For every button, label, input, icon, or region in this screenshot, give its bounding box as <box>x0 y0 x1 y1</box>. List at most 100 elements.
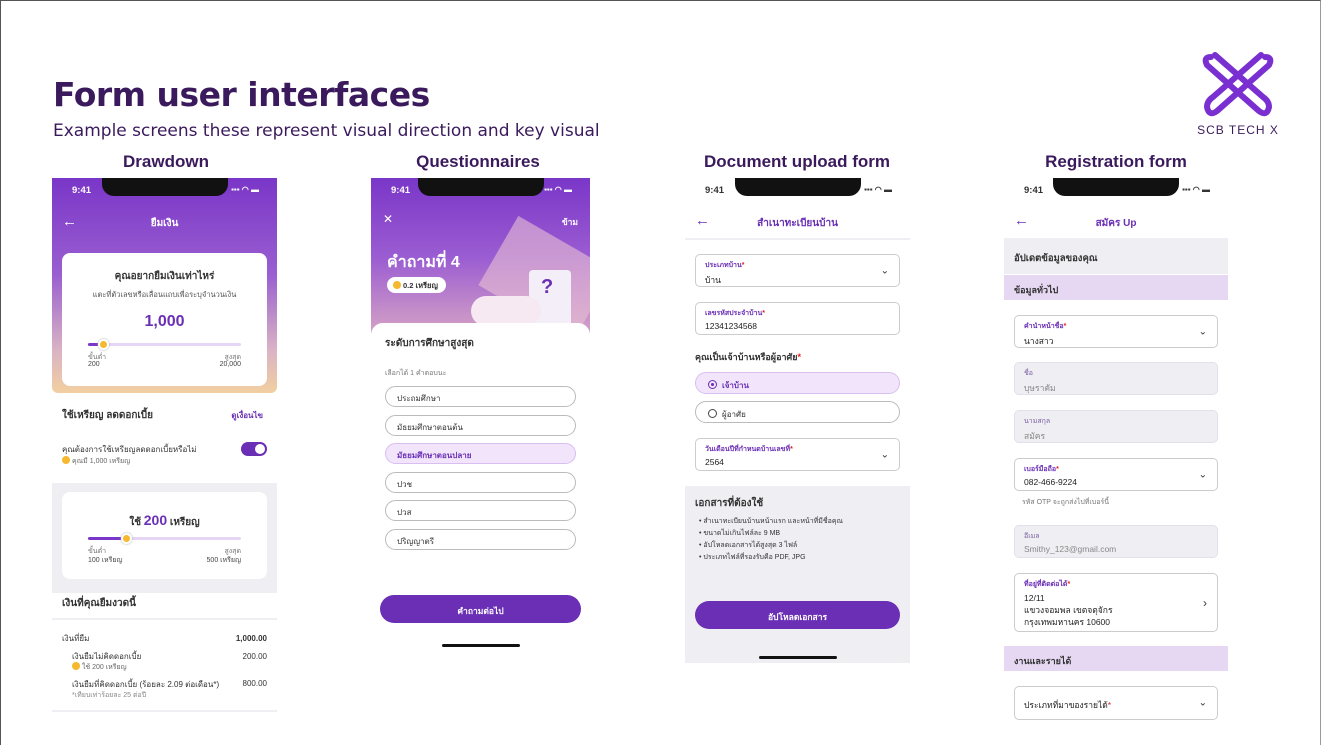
coin-toggle[interactable] <box>241 442 267 456</box>
amount-min-value: 200 <box>88 361 100 368</box>
status-icons: ▪▪▪ ◠ ▬ <box>1182 185 1210 194</box>
otp-hint: รหัส OTP จะถูกส่งไปที่เบอร์นี้ <box>1022 499 1109 506</box>
prefix-label: คำนำหน้าชื่อ <box>1024 323 1064 330</box>
upload-screen: 9:41 ▪▪▪ ◠ ▬ ← สำเนาทะเบียนบ้าน ประเภทบ้… <box>685 178 910 663</box>
coin-balance: คุณมี 1,000 เหรียญ <box>72 458 131 465</box>
close-icon[interactable]: ✕ <box>383 212 393 226</box>
update-title: อัปเดตข้อมูลของคุณ <box>1014 253 1098 264</box>
answer-option[interactable]: ประถมศึกษา <box>385 386 576 407</box>
owner-radio-owner[interactable]: เจ้าบ้าน <box>695 372 900 394</box>
owner-radio-resident[interactable]: ผู้อาศัย <box>695 401 900 423</box>
status-time: 9:41 <box>391 185 411 196</box>
general-section: ข้อมูลทั่วไป <box>1004 275 1228 300</box>
coin-question: คุณต้องการใช้เหรียญลดดอกเบี้ยหรือไม่ <box>62 445 197 454</box>
radio-unchecked-icon <box>708 409 717 418</box>
work-section: งานและรายได้ <box>1004 646 1228 671</box>
skip-button[interactable]: ข้าม <box>562 215 578 229</box>
answer-option[interactable]: ปริญญาตรี <box>385 528 576 550</box>
home-indicator <box>759 656 837 659</box>
coin-max-value: 500 เหรียญ <box>206 557 241 564</box>
answer-option[interactable]: ปวช <box>385 471 576 493</box>
amount-slider[interactable] <box>88 339 241 350</box>
last-name-field[interactable]: นามสกุล สมัคร <box>1014 410 1218 443</box>
col-title-upload: Document upload form <box>703 152 891 171</box>
docs-item: • อัปโหลดเอกสารได้สูงสุด 3 ไฟล์ <box>699 542 798 549</box>
income-source-row: ประเภทที่มาของรายได้* <box>1024 700 1112 710</box>
first-name-field[interactable]: ชื่อ บุษราคัม <box>1014 362 1218 395</box>
prefix-select[interactable]: คำนำหน้าชื่อ* นางสาว ⌄ <box>1014 315 1218 348</box>
prefix-label-row: คำนำหน้าชื่อ* <box>1024 323 1067 330</box>
upload-document-button[interactable]: อัปโหลดเอกสาร <box>695 601 900 629</box>
amount-slider-handle[interactable] <box>98 339 109 350</box>
house-date-label-row: วันเดือนปีที่กำหนดบ้านเลขที่* <box>705 446 793 453</box>
docs-item-text: ประเภทไฟล์ที่รองรับคือ PDF, JPG <box>703 554 806 561</box>
phone-value: 082-466-9224 <box>1024 477 1077 487</box>
summary-row-interest-value: 800.00 <box>242 679 267 688</box>
coin-slider-handle[interactable] <box>121 533 132 544</box>
drawdown-screen: 9:41 ▪▪▪ ◠ ▬ ← ยืมเงิน คุณอยากยืมเงินเท่… <box>52 178 277 718</box>
house-type-value: บ้าน <box>705 275 721 285</box>
logo-text: SCB TECH X <box>1197 123 1279 137</box>
first-name-label: ชื่อ <box>1024 370 1033 377</box>
status-bar: 9:41 ▪▪▪ ◠ ▬ <box>371 185 590 197</box>
registration-screen: 9:41 ▪▪▪ ◠ ▬ ← สมัคร Up อัปเดตข้อมูลของค… <box>1004 178 1228 745</box>
house-number-field[interactable]: เลขรหัสประจำบ้าน* 12341234568 <box>695 302 900 335</box>
owner-question: คุณเป็นเจ้าบ้านหรือผู้อาศัย* <box>695 352 802 362</box>
summary-title: เงินที่คุณยืมงวดนี้ <box>62 598 136 609</box>
chevron-down-icon: ⌄ <box>1198 326 1207 337</box>
first-name-value: บุษราคัม <box>1024 383 1056 393</box>
status-icons: ▪▪▪ ◠ ▬ <box>864 185 892 194</box>
docs-panel <box>685 486 910 663</box>
summary-row-free-sub-text: ใช้ 200 เหรียญ <box>82 664 127 671</box>
address-line: แขวงจอมพล เขตจตุจักร <box>1024 605 1113 615</box>
logo-mark-icon <box>1202 52 1274 117</box>
house-date-value: 2564 <box>705 457 724 467</box>
home-indicator <box>442 644 520 647</box>
answer-option[interactable]: มัธยมศึกษาตอนต้น <box>385 414 576 436</box>
email-field[interactable]: อีเมล Smithy_123@gmail.com <box>1014 525 1218 558</box>
owner-question-text: คุณเป็นเจ้าบ้านหรือผู้อาศัย <box>695 352 798 362</box>
docs-item-text: ขนาดไม่เกินไฟล์ละ 9 MB <box>703 530 781 537</box>
house-date-select[interactable]: วันเดือนปีที่กำหนดบ้านเลขที่* 2564 ⌄ <box>695 438 900 471</box>
amount-card-hint: แตะที่ตัวเลขหรือเลื่อนแถบเพื่อระบุจำนวนเ… <box>92 290 237 299</box>
email-value: Smithy_123@gmail.com <box>1024 544 1117 554</box>
owner-radio-resident-label: ผู้อาศัย <box>722 410 746 419</box>
header-divider <box>685 238 910 240</box>
amount-card: คุณอยากยืมเงินเท่าไหร่ แตะที่ตัวเลขหรือเ… <box>62 253 267 386</box>
summary-row-free-value: 200.00 <box>242 652 267 661</box>
status-bar: 9:41 ▪▪▪ ◠ ▬ <box>52 185 277 197</box>
docs-item: • สำเนาทะเบียนบ้านหน้าแรก และหน้าที่มีชื… <box>699 518 844 525</box>
status-time: 9:41 <box>72 185 92 196</box>
next-question-button[interactable]: คำถามต่อไป <box>380 595 581 623</box>
income-source-select[interactable]: ประเภทที่มาของรายได้* ⌄ <box>1014 686 1218 720</box>
last-name-value: สมัคร <box>1024 431 1046 441</box>
answer-option[interactable]: ปวส <box>385 500 576 521</box>
prefix-value: นางสาว <box>1024 336 1054 346</box>
coin-slider[interactable] <box>88 533 241 544</box>
phone-field[interactable]: เบอร์มือถือ* 082-466-9224 ⌄ <box>1014 458 1218 491</box>
slide: Form user interfaces Example screens the… <box>0 0 1321 745</box>
amount-value[interactable]: 1,000 <box>62 313 267 331</box>
summary-divider <box>52 618 277 620</box>
house-type-select[interactable]: ประเภทบ้าน* บ้าน ⌄ <box>695 254 900 287</box>
docs-item: • ขนาดไม่เกินไฟล์ละ 9 MB <box>699 530 781 537</box>
drawdown-header-title: ยืมเงิน <box>150 218 179 229</box>
coin-balance-row: คุณมี 1,000 เหรียญ <box>62 456 130 467</box>
coin-use-row: ใช้ 200 เหรียญ <box>62 512 267 530</box>
summary-bottom-divider <box>52 710 277 712</box>
reward-badge: 0.2 เหรียญ <box>387 277 446 293</box>
email-label: อีเมล <box>1024 533 1040 540</box>
questionnaire-screen: ? 9:41 ▪▪▪ ◠ ▬ ✕ ข้าม คำถามที่ 4 0.2 เหร… <box>371 178 590 658</box>
status-bar: 9:41 ▪▪▪ ◠ ▬ <box>1004 185 1228 197</box>
address-line: 12/11 <box>1024 593 1045 603</box>
chevron-down-icon: ⌄ <box>1198 697 1207 709</box>
status-icons: ▪▪▪ ◠ ▬ <box>231 185 259 194</box>
coin-use-amount[interactable]: 200 <box>144 512 167 528</box>
registration-header-title: สมัคร Up <box>1095 218 1137 229</box>
coin-terms-link[interactable]: ดูเงื่อนไข <box>231 409 263 422</box>
coin-section-title: ใช้เหรียญ ลดดอกเบี้ย <box>62 410 154 421</box>
address-field[interactable]: ที่อยู่ที่ติดต่อได้* 12/11 แขวงจอมพล เขต… <box>1014 573 1218 632</box>
docs-item-text: อัปโหลดเอกสารได้สูงสุด 3 ไฟล์ <box>703 542 798 549</box>
upload-header-title: สำเนาทะเบียนบ้าน <box>757 218 838 229</box>
answer-option[interactable]: มัธยมศึกษาตอนปลาย <box>385 443 576 464</box>
